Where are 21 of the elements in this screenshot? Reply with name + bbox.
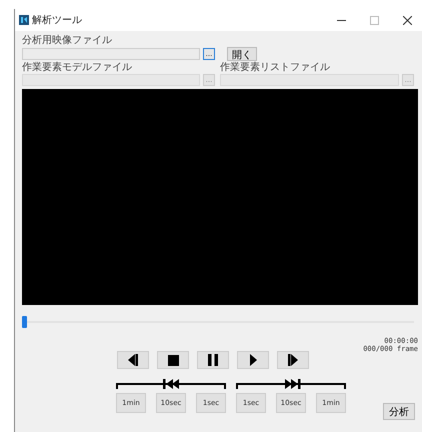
pause-button[interactable] <box>197 351 229 369</box>
window-title: 解析ツール <box>32 14 83 27</box>
video-file-label: 分析用映像ファイル <box>22 34 113 47</box>
seek-slider[interactable] <box>22 316 414 328</box>
video-file-field[interactable] <box>22 48 200 60</box>
open-button[interactable]: 開く <box>227 47 257 61</box>
play-icon <box>250 354 256 366</box>
close-icon[interactable] <box>402 16 412 24</box>
play-button[interactable] <box>237 351 269 369</box>
analyze-button[interactable]: 分析 <box>383 403 415 420</box>
stop-button[interactable] <box>157 351 189 369</box>
model-file-label: 作業要素モデルファイル <box>22 61 133 74</box>
step-back-icon <box>128 354 138 366</box>
step-forward-button[interactable] <box>277 351 309 369</box>
step-forward-icon <box>288 354 298 366</box>
slider-thumb[interactable] <box>22 316 27 328</box>
step-back-button[interactable] <box>117 351 149 369</box>
app-icon <box>19 15 29 25</box>
stop-icon <box>168 354 178 366</box>
list-file-label: 作業要素リストファイル <box>220 61 331 74</box>
pause-icon <box>208 354 218 366</box>
